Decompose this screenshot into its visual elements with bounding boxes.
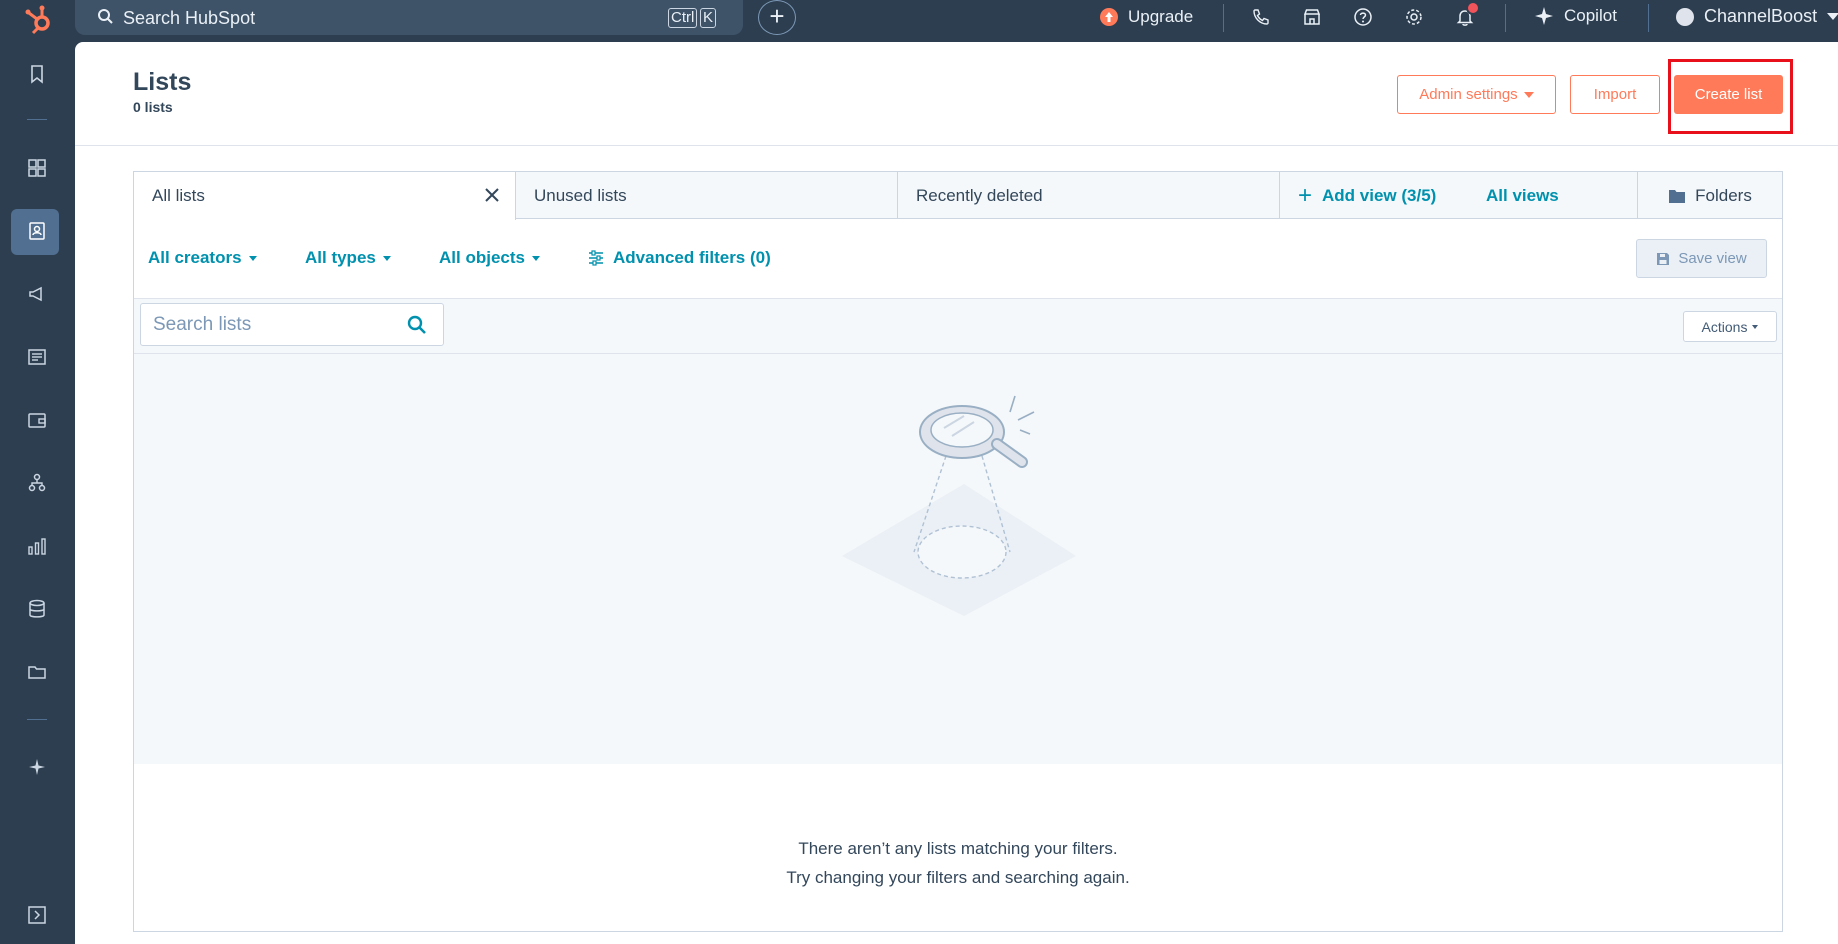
filter-bar: All creators All types All objects Advan… [134, 219, 1782, 299]
global-search[interactable]: Search HubSpot Ctrl K [75, 0, 743, 35]
tab-label: Recently deleted [916, 186, 1043, 205]
upgrade-arrow-icon [1100, 8, 1118, 26]
commerce-wallet-icon[interactable] [26, 409, 48, 431]
tab-unused-lists[interactable]: Unused lists [516, 172, 898, 219]
filter-label: All objects [439, 248, 525, 267]
admin-settings-button[interactable]: Admin settings [1397, 75, 1556, 114]
view-tabs: All lists Unused lists Recently deleted … [134, 172, 1782, 220]
topbar-divider [1223, 4, 1224, 32]
main-content: Lists 0 lists Admin settings Import Crea… [75, 42, 1838, 944]
search-icon[interactable] [407, 315, 427, 335]
advanced-filters-label: Advanced filters (0) [613, 248, 771, 267]
chevron-down-icon [1827, 13, 1838, 20]
actions-dropdown[interactable]: Actions [1683, 311, 1777, 342]
upgrade-button[interactable]: Upgrade [1100, 6, 1193, 28]
folder-icon [1669, 189, 1686, 203]
copilot-button[interactable]: Copilot [1534, 6, 1617, 26]
sidebar-navigation [0, 42, 75, 944]
highlight-box [1668, 59, 1793, 134]
empty-state-line-1: There aren’t any lists matching your fil… [798, 839, 1118, 858]
lists-count: 0 lists [133, 99, 173, 115]
account-name: ChannelBoost [1704, 6, 1818, 26]
empty-state-line-2: Try changing your filters and searching … [786, 868, 1130, 887]
account-menu[interactable]: ChannelBoost [1676, 6, 1838, 27]
chevron-down-icon [531, 255, 540, 261]
tab-label: All lists [152, 186, 205, 205]
notification-badge [1466, 1, 1480, 15]
lists-panel: All lists Unused lists Recently deleted … [133, 171, 1783, 932]
keyboard-shortcut-ctrl: Ctrl [668, 8, 698, 28]
filter-label: All types [305, 248, 376, 267]
contacts-icon[interactable] [26, 220, 48, 242]
sparkle-icon [1535, 7, 1553, 25]
search-lists-box [140, 303, 444, 346]
all-views-link[interactable]: All views [1486, 186, 1559, 206]
import-button[interactable]: Import [1570, 75, 1660, 114]
quick-create-button[interactable]: + [758, 0, 796, 35]
breeze-sparkle-icon[interactable] [26, 756, 48, 778]
all-objects-filter[interactable]: All objects [439, 248, 540, 268]
copilot-label: Copilot [1564, 6, 1617, 25]
chevron-down-icon [1523, 91, 1534, 98]
phone-icon[interactable] [1251, 7, 1271, 27]
hubspot-logo-icon[interactable] [22, 3, 56, 37]
keyboard-shortcut-k: K [700, 8, 717, 28]
content-icon[interactable] [26, 346, 48, 368]
folders-button[interactable]: Folders [1637, 172, 1782, 219]
save-disk-icon [1657, 252, 1670, 265]
global-search-placeholder: Search HubSpot [123, 8, 256, 28]
marketing-megaphone-icon[interactable] [26, 283, 48, 305]
save-view-label: Save view [1678, 250, 1747, 267]
actions-label: Actions [1701, 318, 1748, 335]
filter-label: All creators [148, 248, 242, 267]
expand-sidebar-icon[interactable] [26, 904, 48, 926]
reporting-chart-icon[interactable] [26, 535, 48, 557]
data-management-database-icon[interactable] [26, 598, 48, 620]
plus-icon: + [1298, 182, 1313, 209]
empty-state: There aren’t any lists matching your fil… [134, 354, 1782, 887]
header-divider [75, 145, 1838, 146]
advanced-filters-button[interactable]: Advanced filters (0) [588, 248, 771, 268]
help-icon[interactable] [1353, 7, 1373, 27]
avatar [1676, 7, 1694, 26]
save-view-button[interactable]: Save view [1636, 239, 1767, 278]
admin-settings-label: Admin settings [1419, 86, 1518, 103]
topbar-divider [1648, 4, 1649, 32]
all-types-filter[interactable]: All types [305, 248, 391, 268]
close-icon[interactable] [483, 186, 501, 204]
search-icon [98, 9, 113, 24]
search-lists-input[interactable] [141, 304, 401, 345]
marketplace-icon[interactable] [1302, 7, 1322, 27]
add-view-button[interactable]: + Add view (3/5) [1298, 182, 1437, 209]
dashboard-grid-icon[interactable] [26, 157, 48, 179]
list-toolbar: Actions [134, 299, 1782, 354]
add-view-label: Add view (3/5) [1322, 186, 1437, 205]
top-navigation-bar: Search HubSpot Ctrl K + Upgrade Copilot [0, 0, 1838, 42]
tab-recently-deleted[interactable]: Recently deleted [898, 172, 1280, 219]
settings-gear-icon[interactable] [1404, 7, 1424, 27]
chevron-down-icon [248, 255, 257, 261]
page-title: Lists [133, 68, 192, 96]
topbar-divider [1505, 4, 1506, 32]
library-folder-icon[interactable] [26, 661, 48, 683]
tab-all-lists[interactable]: All lists [134, 172, 516, 220]
chevron-down-icon [1752, 324, 1759, 329]
magnifying-glass-illustration-icon [842, 395, 1076, 616]
empty-state-message: There aren’t any lists matching your fil… [134, 834, 1782, 892]
upgrade-label: Upgrade [1128, 7, 1194, 26]
sliders-icon [589, 250, 603, 266]
automation-workflow-icon[interactable] [26, 472, 48, 494]
folders-label: Folders [1695, 185, 1752, 205]
chevron-down-icon [382, 255, 391, 261]
sidebar-divider [27, 719, 47, 720]
all-creators-filter[interactable]: All creators [148, 248, 257, 268]
bookmark-icon[interactable] [26, 63, 48, 85]
tab-label: Unused lists [534, 186, 627, 205]
sidebar-divider [27, 119, 47, 120]
